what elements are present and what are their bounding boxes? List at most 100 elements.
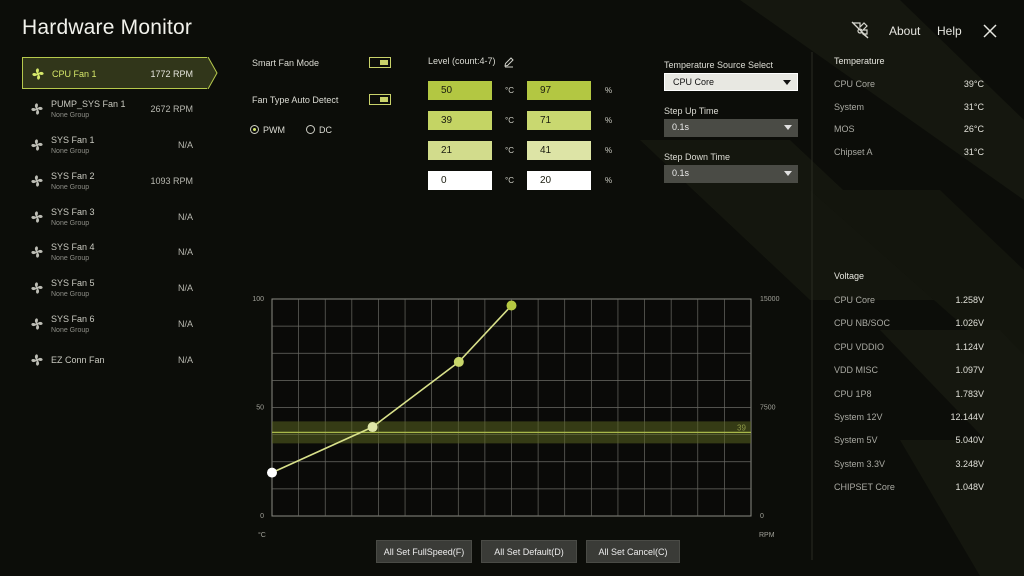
speed-unit: % xyxy=(605,86,613,95)
speed-unit: % xyxy=(605,116,613,125)
left-tick-label: 0 xyxy=(260,513,264,520)
fan-name: SYS Fan 3 xyxy=(51,207,95,217)
fan-group: None Group xyxy=(51,148,90,155)
temperature-sensor-value: 39°C xyxy=(963,79,984,89)
about-link[interactable]: About xyxy=(889,24,920,38)
fan-icon xyxy=(30,210,44,224)
voltage-heading: Voltage xyxy=(834,271,865,281)
level-speed-input[interactable]: 20 xyxy=(527,171,591,190)
fan-icon xyxy=(30,245,44,259)
fan-name: SYS Fan 1 xyxy=(51,135,95,145)
current-temp-label: 39 xyxy=(737,423,746,432)
temp-unit: °C xyxy=(505,116,514,125)
level-speed-input[interactable]: 41 xyxy=(527,141,591,160)
temperature-sensor-value: 31°C xyxy=(963,146,984,157)
step-down-label: Step Down Time xyxy=(664,152,731,162)
left-tick-label: 100 xyxy=(252,296,264,303)
fan-name: SYS Fan 5 xyxy=(51,278,95,288)
fan-item[interactable]: SYS Fan 2 None Group 1093 RPM xyxy=(22,165,208,197)
curve-point[interactable] xyxy=(367,422,378,433)
fan-item[interactable]: CPU Fan 1 1772 RPM xyxy=(22,56,218,90)
fan-item[interactable]: SYS Fan 5 None Group N/A xyxy=(22,272,208,304)
right-tick-label: 7500 xyxy=(760,405,776,412)
fan-item[interactable]: SYS Fan 3 None Group N/A xyxy=(22,201,208,233)
fan-off-icon xyxy=(851,21,869,39)
fan-name: SYS Fan 4 xyxy=(51,242,95,252)
voltage-sensor-name: CPU NB/SOC xyxy=(834,318,891,329)
temperature-sensor-name: CPU Core xyxy=(834,79,876,89)
voltage-sensor-value: 5.040V xyxy=(955,435,984,446)
curve-point[interactable] xyxy=(506,300,517,311)
fan-item[interactable]: PUMP_SYS Fan 1 None Group 2672 RPM xyxy=(22,93,208,125)
fan-rpm: N/A xyxy=(177,212,193,222)
right-tick-label: 0 xyxy=(760,513,764,520)
close-icon xyxy=(983,24,997,38)
dc-label: DC xyxy=(319,125,332,135)
left-unit-label: °C xyxy=(258,531,266,539)
voltage-sensor-name: CPU 1P8 xyxy=(834,388,872,399)
level-speed-input[interactable]: 71 xyxy=(527,111,591,130)
fan-type-auto-detect-toggle[interactable] xyxy=(369,94,391,105)
voltage-sensor-value: 12.144V xyxy=(950,412,984,422)
smart-fan-mode-label: Smart Fan Mode xyxy=(252,58,320,68)
fan-group: None Group xyxy=(51,184,90,191)
temperature-heading: Temperature xyxy=(834,56,885,66)
level-temp-input[interactable]: 50 xyxy=(428,81,492,100)
fan-icon xyxy=(31,67,45,81)
fan-rpm: N/A xyxy=(177,319,193,329)
voltage-sensor-value: 1.124V xyxy=(955,341,984,352)
voltage-sensor-name: CPU VDDIO xyxy=(834,341,885,352)
fan-curve-chart[interactable]: 1001500050750000°CRPM391772 xyxy=(240,290,790,542)
fan-rpm: N/A xyxy=(177,247,193,257)
app-title: Hardware Monitor xyxy=(22,16,193,39)
right-tick-label: 15000 xyxy=(760,296,780,303)
voltage-sensor-value: 1.258V xyxy=(955,295,984,305)
level-temp-input[interactable]: 39 xyxy=(428,111,492,130)
level-temp-input[interactable]: 0 xyxy=(428,171,492,190)
fan-item[interactable]: SYS Fan 4 None Group N/A xyxy=(22,236,208,268)
all-set-full-speed-button[interactable]: All Set FullSpeed(F) xyxy=(376,540,472,563)
voltage-sensor-name: System 5V xyxy=(834,435,878,446)
fan-rpm: N/A xyxy=(177,283,193,293)
fan-icon xyxy=(30,138,44,152)
all-set-default-button[interactable]: All Set Default(D) xyxy=(481,540,577,563)
pwm-radio[interactable] xyxy=(250,125,259,134)
fan-item[interactable]: SYS Fan 1 None Group N/A xyxy=(22,129,208,161)
fan-type-auto-detect-label: Fan Type Auto Detect xyxy=(252,95,339,105)
close-button[interactable] xyxy=(981,22,999,40)
fan-item[interactable]: EZ Conn Fan N/A xyxy=(22,344,208,376)
voltage-sensor-name: System 12V xyxy=(834,412,883,422)
temperature-sensor-name: MOS xyxy=(834,124,855,134)
smart-fan-mode-toggle[interactable] xyxy=(369,57,391,68)
curve-point[interactable] xyxy=(453,356,464,367)
fan-group: None Group xyxy=(51,291,90,298)
toggle-knob xyxy=(380,97,388,102)
all-set-cancel-button[interactable]: All Set Cancel(C) xyxy=(586,540,680,563)
fan-item[interactable]: SYS Fan 6 None Group N/A xyxy=(22,308,208,340)
fan-name: PUMP_SYS Fan 1 xyxy=(51,99,126,109)
voltage-sensor-name: CHIPSET Core xyxy=(834,482,895,493)
step-down-select[interactable]: 0.1s xyxy=(664,165,798,183)
help-link[interactable]: Help xyxy=(937,24,962,38)
voltage-sensor-value: 1.026V xyxy=(955,318,984,329)
temp-source-select[interactable]: CPU Core xyxy=(664,73,798,91)
chevron-down-icon xyxy=(784,125,792,130)
fan-rpm: N/A xyxy=(177,355,193,365)
level-speed-input[interactable]: 97 xyxy=(527,81,591,100)
curve-point[interactable] xyxy=(267,467,277,478)
chart-grid xyxy=(271,298,752,517)
chevron-down-icon xyxy=(783,80,791,85)
fan-icon xyxy=(30,317,44,331)
temperature-sensor-value: 31°C xyxy=(963,101,984,112)
right-unit-label: RPM xyxy=(759,532,775,539)
temp-unit: °C xyxy=(505,146,514,155)
fan-name: EZ Conn Fan xyxy=(51,355,105,365)
fan-icon xyxy=(30,281,44,295)
fan-icon xyxy=(30,174,44,188)
dc-radio[interactable] xyxy=(306,125,315,134)
step-up-select[interactable]: 0.1s xyxy=(664,119,798,137)
edit-level-button[interactable] xyxy=(503,55,515,68)
fan-off-button[interactable] xyxy=(850,20,870,40)
level-temp-input[interactable]: 21 xyxy=(428,141,492,160)
speed-unit: % xyxy=(605,176,613,185)
